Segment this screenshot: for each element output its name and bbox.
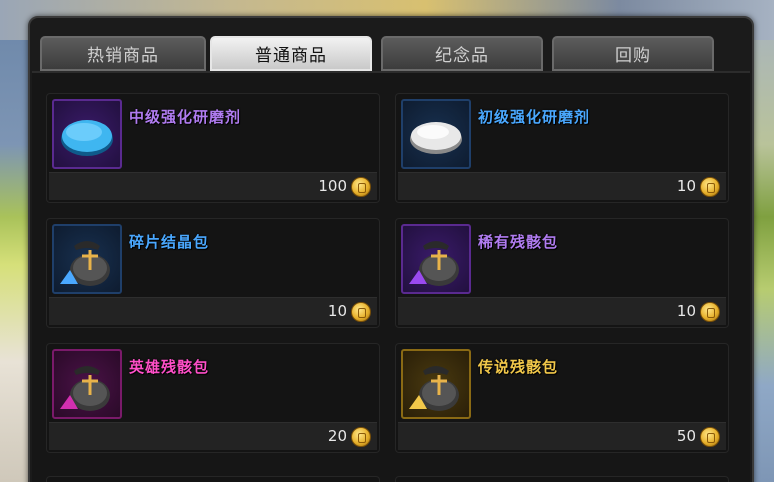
item-price: 20 — [327, 427, 347, 445]
purple-crystal-bag-icon — [401, 224, 471, 294]
item-name: 中级强化研磨剂 — [129, 108, 242, 126]
blue-crystal-bag-icon — [52, 224, 122, 294]
item-price: 100 — [318, 177, 347, 195]
gold-coin-icon — [700, 302, 720, 322]
item-name: 初级强化研磨剂 — [478, 108, 591, 126]
item-card-partial[interactable] — [395, 476, 729, 482]
gold-coin-icon — [700, 177, 720, 197]
item-name: 英雄残骸包 — [129, 358, 210, 376]
item-price: 10 — [327, 302, 347, 320]
tab-label: 普通商品 — [255, 46, 327, 66]
tab-souvenirs[interactable]: 纪念品 — [381, 36, 543, 71]
item-name: 碎片结晶包 — [129, 233, 210, 251]
gold-coin-icon — [351, 177, 371, 197]
blue-polish-disc-icon — [52, 99, 122, 169]
item-card[interactable]: 初级强化研磨剂 10 — [395, 93, 729, 203]
gold-coin-icon — [351, 427, 371, 447]
tab-label: 回购 — [615, 46, 651, 66]
tab-normal-items[interactable]: 普通商品 — [210, 36, 372, 71]
gold-crystal-bag-icon — [401, 349, 471, 419]
tab-buyback[interactable]: 回购 — [552, 36, 714, 71]
gold-coin-icon — [700, 427, 720, 447]
item-name: 稀有残骸包 — [478, 233, 559, 251]
item-card[interactable]: 稀有残骸包 10 — [395, 218, 729, 328]
item-card[interactable]: 英雄残骸包 20 — [46, 343, 380, 453]
item-card-partial[interactable] — [46, 476, 380, 482]
item-price: 10 — [676, 177, 696, 195]
tab-label: 纪念品 — [435, 46, 489, 66]
magenta-crystal-bag-icon — [52, 349, 122, 419]
tab-hot-items[interactable]: 热销商品 — [40, 36, 206, 71]
item-price: 10 — [676, 302, 696, 320]
item-card[interactable]: 碎片结晶包 10 — [46, 218, 380, 328]
white-polish-disc-icon — [401, 99, 471, 169]
tab-label: 热销商品 — [87, 46, 159, 66]
item-card[interactable]: 传说残骸包 50 — [395, 343, 729, 453]
gold-coin-icon — [351, 302, 371, 322]
item-price: 50 — [676, 427, 696, 445]
item-name: 传说残骸包 — [478, 358, 559, 376]
item-card[interactable]: 中级强化研磨剂 100 — [46, 93, 380, 203]
